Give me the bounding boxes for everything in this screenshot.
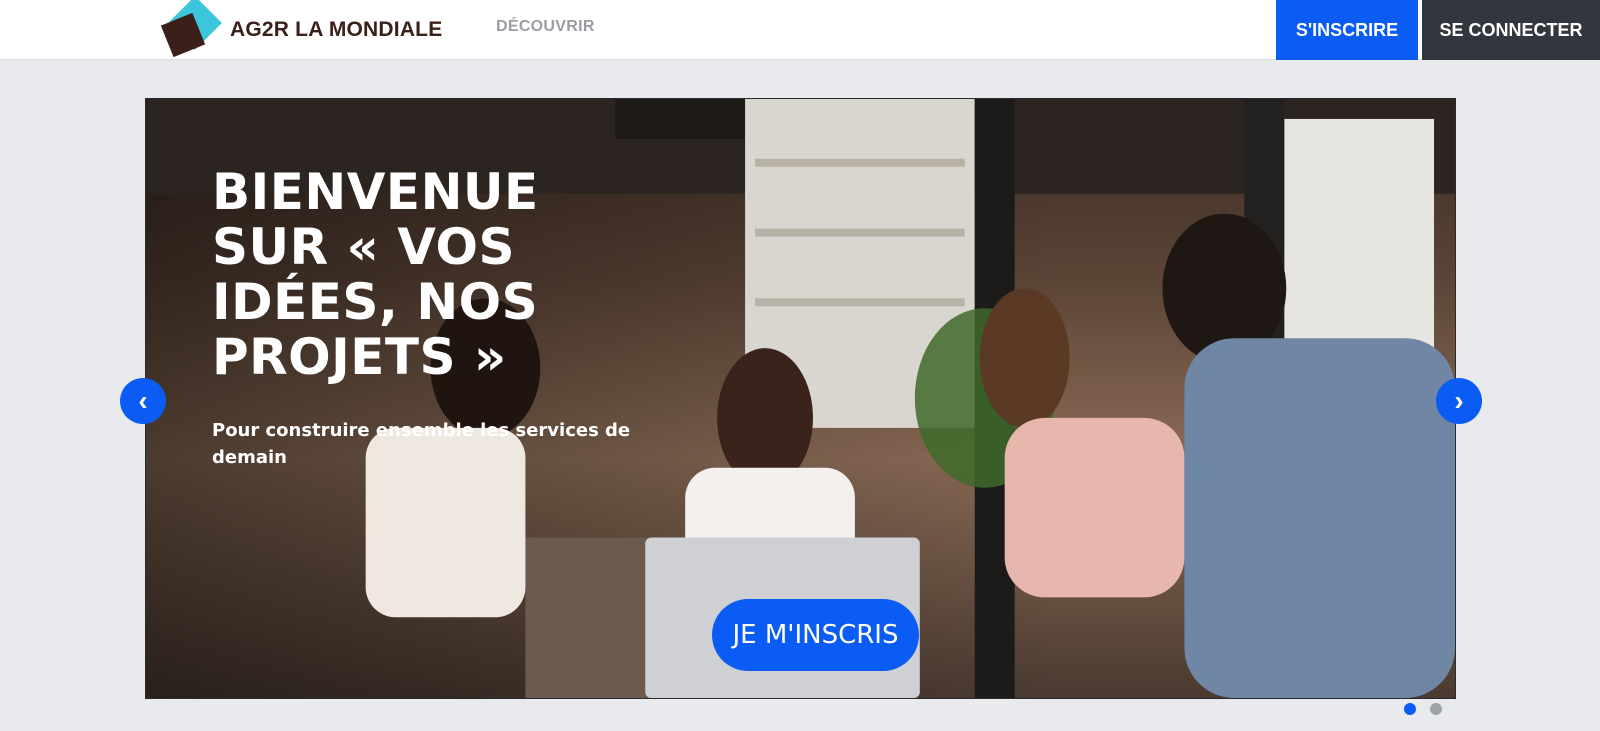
carousel-dot-2[interactable]	[1430, 703, 1442, 715]
hero-subtitle: Pour construire ensemble les services de…	[212, 420, 631, 468]
chevron-right-icon: ›	[1454, 385, 1464, 416]
brand-logo[interactable]: AG2R LA MONDIALE	[160, 0, 442, 60]
carousel-dot-1[interactable]	[1404, 703, 1416, 715]
hero-title: BIENVENUE SUR « VOS IDÉES, NOS PROJETS »	[212, 163, 539, 386]
logo-text: AG2R LA MONDIALE	[230, 18, 443, 41]
carousel-next-button[interactable]: ›	[1436, 378, 1482, 424]
hero-carousel: BIENVENUE SUR « VOS IDÉES, NOS PROJETS »…	[145, 98, 1456, 699]
top-header: AG2R LA MONDIALE DÉCOUVRIR S'INSCRIRE SE…	[0, 0, 1600, 60]
carousel-prev-button[interactable]: ‹	[120, 378, 166, 424]
signup-button[interactable]: S'INSCRIRE	[1276, 0, 1418, 60]
signup-cta-button[interactable]: JE M'INSCRIS	[712, 599, 919, 671]
logo-mark-icon	[160, 0, 222, 60]
chevron-left-icon: ‹	[138, 385, 148, 416]
nav-discover-link[interactable]: DÉCOUVRIR	[496, 18, 595, 36]
login-button[interactable]: SE CONNECTER	[1422, 0, 1600, 60]
carousel-pagination	[1404, 703, 1442, 715]
